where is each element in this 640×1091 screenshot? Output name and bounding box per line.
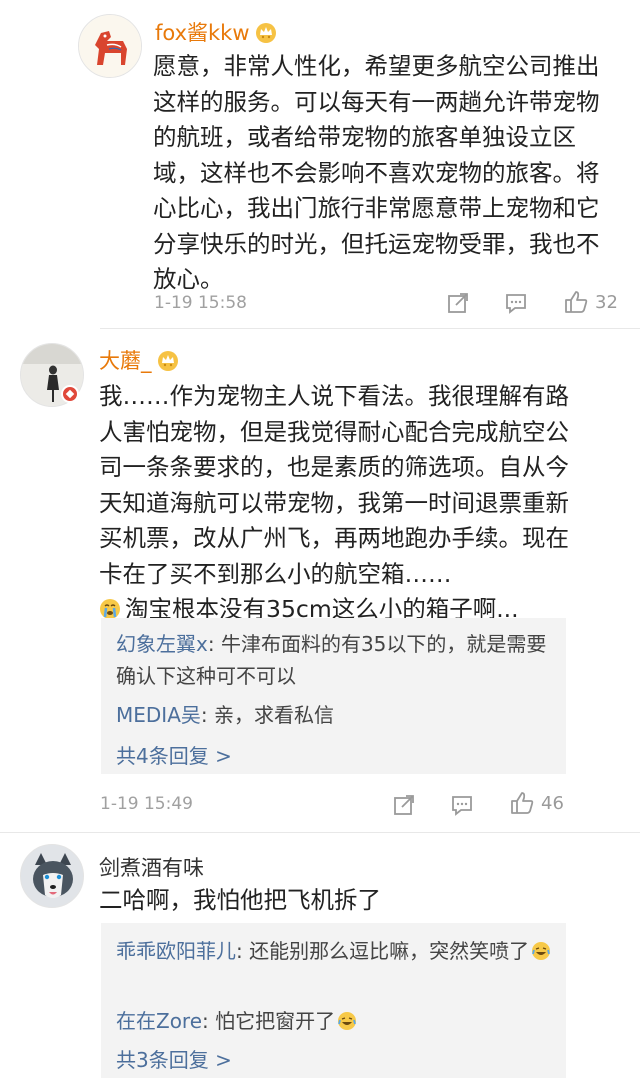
reply-item[interactable]: 乖乖欧阳菲儿: 还能别那么逗比嘛，突然笑喷了 bbox=[116, 935, 556, 967]
reply-item[interactable]: MEDIA吴: 亲，求看私信 bbox=[116, 699, 556, 731]
dala-horse-icon bbox=[79, 15, 141, 77]
crown-badge-icon bbox=[255, 23, 276, 43]
username[interactable]: 大蘑_ bbox=[99, 345, 180, 375]
crying-emoji-icon bbox=[100, 599, 120, 619]
thumbs-up-icon bbox=[511, 792, 534, 814]
comment-icon bbox=[506, 294, 526, 314]
more-replies-link[interactable]: 共3条回复 > bbox=[116, 1044, 232, 1073]
repost-button[interactable] bbox=[392, 792, 416, 818]
comment-icon bbox=[452, 796, 472, 816]
husky-avatar-icon bbox=[21, 845, 83, 907]
comment-text: 二哈啊，我怕他把飞机拆了 bbox=[99, 886, 381, 914]
comment-text: 我……作为宠物主人说下看法。我很理解有路人害怕宠物，但是我觉得耐心配合完成航空公… bbox=[99, 382, 569, 623]
divider bbox=[100, 328, 640, 329]
username[interactable]: 剑煮酒有味 bbox=[99, 852, 204, 882]
avatar[interactable] bbox=[78, 14, 142, 78]
avatar[interactable] bbox=[20, 844, 84, 908]
reply-username[interactable]: MEDIA吴 bbox=[116, 703, 201, 727]
divider bbox=[0, 832, 640, 833]
crown-badge-icon bbox=[157, 351, 178, 371]
comment-button[interactable] bbox=[504, 290, 528, 316]
reply-username[interactable]: 在在Zore bbox=[116, 1009, 202, 1033]
comment-time: 1-19 15:49 bbox=[100, 794, 193, 814]
thumbs-up-icon bbox=[565, 291, 588, 313]
username[interactable]: fox酱kkw bbox=[155, 17, 278, 47]
verified-badge bbox=[61, 385, 79, 403]
comment-text: 愿意，非常人性化，希望更多航空公司推出这样的服务。可以每天有一两趟允许带宠物的航… bbox=[153, 52, 600, 293]
reply-item[interactable]: 幻象左翼x: 牛津布面料的有35以下的，就是需要确认下这种可不可以 bbox=[116, 628, 556, 692]
comment-time: 1-19 15:58 bbox=[154, 293, 247, 313]
more-replies-link[interactable]: 共4条回复 > bbox=[116, 740, 232, 769]
like-button[interactable]: 32 bbox=[563, 289, 618, 315]
repost-button[interactable] bbox=[446, 290, 470, 316]
laughing-emoji-icon bbox=[532, 942, 551, 960]
comment-button[interactable] bbox=[450, 792, 474, 818]
reply-username[interactable]: 幻象左翼x bbox=[116, 632, 208, 656]
reply-box: 乖乖欧阳菲儿: 还能别那么逗比嘛，突然笑喷了 在在Zore: 怕它把窗开了 共3… bbox=[101, 923, 566, 1078]
laughing-emoji-icon bbox=[338, 1012, 357, 1030]
like-count: 32 bbox=[595, 291, 618, 313]
share-icon bbox=[448, 293, 468, 313]
reply-username[interactable]: 乖乖欧阳菲儿 bbox=[116, 939, 236, 963]
share-icon bbox=[394, 795, 414, 815]
like-button[interactable]: 46 bbox=[509, 790, 564, 816]
reply-item[interactable]: 在在Zore: 怕它把窗开了 bbox=[116, 1005, 556, 1037]
like-count: 46 bbox=[541, 792, 564, 814]
reply-box: 幻象左翼x: 牛津布面料的有35以下的，就是需要确认下这种可不可以 MEDIA吴… bbox=[101, 618, 566, 774]
